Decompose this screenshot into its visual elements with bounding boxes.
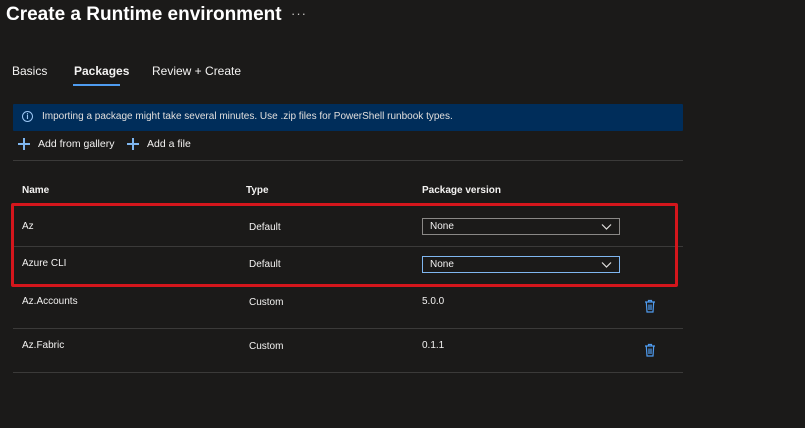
info-banner: i Importing a package might take several… xyxy=(13,104,683,131)
delete-icon[interactable] xyxy=(644,343,656,357)
table-row: Az.Fabric Custom 0.1.1 xyxy=(0,329,805,371)
delete-icon[interactable] xyxy=(644,299,656,313)
row-type: Custom xyxy=(249,341,284,352)
page-title: Create a Runtime environment xyxy=(6,4,282,25)
tab-review-create[interactable]: Review + Create xyxy=(152,64,241,78)
toolbar-divider xyxy=(13,160,683,161)
column-header-name: Name xyxy=(22,185,50,196)
add-from-gallery-label: Add from gallery xyxy=(38,138,115,150)
plus-icon xyxy=(127,138,139,150)
column-header-package-version: Package version xyxy=(422,185,501,196)
row-version: 0.1.1 xyxy=(422,340,445,351)
plus-icon xyxy=(18,138,30,150)
add-file-label: Add a file xyxy=(147,138,191,150)
tab-packages[interactable]: Packages xyxy=(74,64,129,78)
row-name: Az.Accounts xyxy=(22,296,78,307)
ellipsis-icon[interactable]: ··· xyxy=(291,6,307,21)
column-header-type: Type xyxy=(246,185,269,196)
add-file-button[interactable]: Add a file xyxy=(127,138,191,150)
add-from-gallery-button[interactable]: Add from gallery xyxy=(18,138,114,150)
row-type: Custom xyxy=(249,297,284,308)
table-row: Az.Accounts Custom 5.0.0 xyxy=(0,287,805,327)
row-version: 5.0.0 xyxy=(422,296,445,307)
highlight-box xyxy=(11,203,678,287)
banner-text: Importing a package might take several m… xyxy=(42,111,453,122)
tab-basics[interactable]: Basics xyxy=(12,64,47,78)
info-icon: i xyxy=(22,111,33,122)
row-divider xyxy=(13,372,683,373)
row-name: Az.Fabric xyxy=(22,340,65,351)
active-tab-indicator xyxy=(73,84,120,86)
